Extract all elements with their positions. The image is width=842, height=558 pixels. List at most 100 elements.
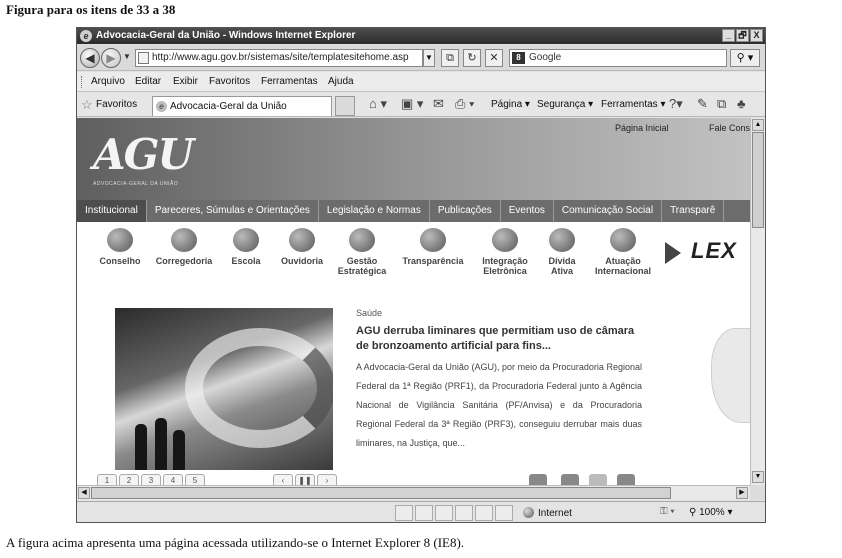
scroll-up-icon[interactable]: ▲ (752, 119, 764, 131)
service-integracao[interactable]: Integração Eletrônica (473, 228, 537, 276)
youtube-icon[interactable] (561, 474, 579, 485)
service-transparencia[interactable]: Transparência (397, 228, 469, 266)
forward-button[interactable]: ▶ (101, 48, 121, 68)
scroll-right-icon[interactable]: ▶ (736, 487, 748, 499)
service-label: Integração Eletrônica (482, 256, 528, 276)
menu-arquivo[interactable]: Arquivo (91, 76, 125, 87)
scroll-corner (750, 485, 765, 500)
messenger-icon[interactable]: ♣ (737, 96, 746, 111)
page-menu[interactable]: Página ▾ (491, 99, 530, 110)
pager-next-button[interactable]: › (317, 474, 337, 485)
tools-menu[interactable]: Ferramentas ▾ (601, 99, 665, 110)
protected-mode-icon[interactable]: ⚿ ▾ (660, 506, 675, 517)
pager-prev-button[interactable]: ‹ (273, 474, 293, 485)
zoom-control[interactable]: ⚲ 100% ▾ (689, 507, 733, 518)
service-label: Corregedoria (155, 256, 213, 266)
translate-icon[interactable]: ⧉ (717, 96, 726, 112)
contact-link[interactable]: Fale Cons (709, 123, 750, 133)
nav-pareceres[interactable]: Pareceres, Súmulas e Orientações (147, 200, 319, 222)
pager-pause-button[interactable]: ❚❚ (295, 474, 315, 485)
url-input[interactable]: http://www.agu.gov.br/sistemas/site/temp… (135, 49, 423, 67)
news-headline[interactable]: AGU derruba liminares que permitiam uso … (356, 324, 646, 354)
nav-eventos[interactable]: Eventos (501, 200, 554, 222)
menu-editar[interactable]: Editar (135, 76, 161, 87)
status-panel (435, 505, 453, 521)
scroll-left-icon[interactable]: ◀ (78, 487, 90, 499)
pager-page[interactable]: 5 (185, 474, 205, 485)
lex-banner[interactable]: LEX (691, 238, 737, 264)
menu-exibir[interactable]: Exibir (173, 76, 198, 87)
news-photo[interactable] (115, 308, 333, 470)
toolbar-grip (81, 76, 83, 88)
status-bar: Internet ⚿ ▾ ⚲ 100% ▾ (77, 501, 765, 522)
recent-pages-dropdown[interactable]: ▼ (123, 52, 131, 61)
nav-comunicacao[interactable]: Comunicação Social (554, 200, 663, 222)
menu-ferramentas[interactable]: Ferramentas (261, 76, 318, 87)
url-dropdown-button[interactable]: ▼ (423, 49, 435, 67)
pager-page[interactable]: 4 (163, 474, 183, 485)
tab-ie-icon: e (156, 101, 167, 112)
service-label: Ouvidoria (280, 256, 323, 266)
menu-favoritos[interactable]: Favoritos (209, 76, 250, 87)
vertical-scrollbar[interactable]: ▲ ▼ (750, 118, 765, 485)
rss-icon[interactable] (617, 474, 635, 485)
ie-logo-icon: e (80, 30, 92, 42)
main-navigation: Institucional Pareceres, Súmulas e Orien… (77, 200, 750, 222)
new-tab-button[interactable] (335, 96, 355, 116)
stop-icon[interactable]: ✕ (485, 49, 503, 67)
compatibility-view-icon[interactable]: ⧉ (441, 49, 459, 67)
home-icon[interactable]: ⌂ ▾ (369, 96, 387, 112)
service-label: Gestão Estratégica (337, 256, 387, 276)
agu-logo[interactable]: AGU (93, 130, 194, 179)
mail-icon[interactable]: ✉ (433, 96, 444, 112)
security-zone[interactable]: Internet (523, 507, 572, 519)
speech-icon (289, 228, 315, 252)
nav-publicacoes[interactable]: Publicações (430, 200, 501, 222)
print-icon[interactable]: ⎙ ▾ (455, 96, 474, 112)
security-menu[interactable]: Segurança ▾ (537, 99, 593, 110)
pager-controls: ‹ ❚❚ › (273, 474, 337, 485)
horizontal-scroll-thumb[interactable] (91, 487, 671, 499)
back-button[interactable]: ◀ (80, 48, 100, 68)
nav-institucional[interactable]: Institucional (77, 200, 147, 222)
tab-label: Advocacia-Geral da União (170, 101, 287, 112)
help-icon[interactable]: ?▾ (669, 96, 683, 112)
scroll-down-icon[interactable]: ▼ (752, 471, 764, 483)
service-escola[interactable]: Escola (221, 228, 271, 266)
person-figure (155, 418, 167, 470)
service-label: Transparência (402, 256, 464, 266)
home-link[interactable]: Página Inicial (615, 123, 669, 133)
nav-transparencia[interactable]: Transparê (662, 200, 725, 222)
window-controls: _ 🗗 X (722, 29, 763, 42)
service-gestao-estrategica[interactable]: Gestão Estratégica (333, 228, 391, 276)
nav-legislacao[interactable]: Legislação e Normas (319, 200, 430, 222)
search-button[interactable]: ⚲ ▾ (730, 49, 760, 67)
service-corregedoria[interactable]: Corregedoria (149, 228, 219, 266)
favorites-button[interactable]: Favoritos (96, 99, 137, 110)
close-button[interactable]: X (750, 29, 763, 42)
minimize-button[interactable]: _ (722, 29, 735, 42)
service-conselho[interactable]: Conselho (93, 228, 147, 266)
service-atuacao-internacional[interactable]: Atuação Internacional (587, 228, 659, 276)
browser-window: e Advocacia-Geral da União - Windows Int… (76, 27, 766, 523)
pager-page[interactable]: 2 (119, 474, 139, 485)
pager-page[interactable]: 3 (141, 474, 161, 485)
horizontal-scrollbar[interactable]: ◀ ▶ (77, 485, 750, 500)
page-content: Página Inicial Fale Cons AGU ADVOCACIA-G… (77, 118, 750, 485)
pager-page[interactable]: 1 (97, 474, 117, 485)
service-label: Conselho (99, 256, 141, 266)
refresh-icon[interactable]: ↻ (463, 49, 481, 67)
service-ouvidoria[interactable]: Ouvidoria (273, 228, 331, 266)
service-divida-ativa[interactable]: Dívida Ativa (541, 228, 583, 276)
url-text: http://www.agu.gov.br/sistemas/site/temp… (152, 52, 409, 63)
search-input[interactable]: 8 Google (509, 49, 727, 67)
share-icon[interactable] (589, 474, 607, 485)
feeds-icon[interactable]: ▣ ▾ (401, 96, 423, 112)
facebook-icon[interactable] (529, 474, 547, 485)
research-icon[interactable]: ✎ (697, 96, 708, 112)
vertical-scroll-thumb[interactable] (752, 132, 764, 228)
favorites-star-icon[interactable]: ☆ (81, 97, 93, 113)
menu-ajuda[interactable]: Ajuda (328, 76, 354, 87)
browser-tab[interactable]: e Advocacia-Geral da União (152, 96, 332, 116)
restore-button[interactable]: 🗗 (736, 29, 749, 42)
